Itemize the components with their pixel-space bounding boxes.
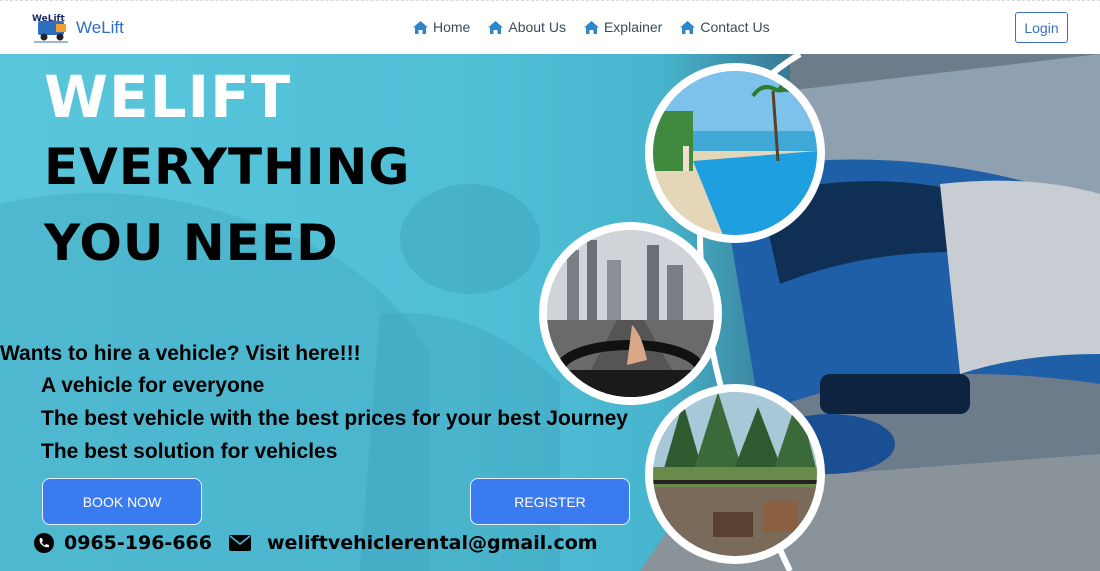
- brand-name: WeLift: [76, 18, 124, 37]
- phone-icon: [34, 533, 54, 553]
- bullet-2: The best vehicle with the best prices fo…: [41, 407, 628, 430]
- headline-welift: WELIFT: [44, 63, 292, 131]
- nav-explainer[interactable]: Explainer: [583, 19, 662, 35]
- house-icon: [583, 20, 599, 34]
- tagline: Wants to hire a vehicle? Visit here!!!: [0, 342, 361, 365]
- house-icon: [413, 20, 428, 34]
- headline-you-need: YOU NEED: [44, 214, 339, 272]
- forest-deck-image: [653, 392, 817, 556]
- headline-everything: EVERYTHING: [44, 138, 411, 196]
- nav-contact[interactable]: Contact Us: [679, 19, 770, 35]
- register-button[interactable]: REGISTER: [470, 478, 630, 525]
- house-icon: [488, 20, 504, 34]
- city-driving-image: [547, 230, 714, 397]
- house-icon: [680, 20, 696, 34]
- contact-email[interactable]: weliftvehiclerental@gmail.com: [229, 532, 598, 554]
- nav-about[interactable]: About Us: [487, 19, 566, 35]
- nav-explainer-label: Explainer: [603, 19, 663, 35]
- photo-city-driving: [539, 222, 722, 405]
- hero-banner: WELIFT EVERYTHING YOU NEED Wants to hire…: [0, 54, 1100, 571]
- nav-contact-label: Contact Us: [700, 19, 770, 35]
- nav-about-label: About Us: [508, 19, 566, 35]
- book-now-button[interactable]: BOOK NOW: [42, 478, 202, 525]
- brand[interactable]: WeLift WeLift: [30, 11, 124, 45]
- contact-phone[interactable]: 0965-196-666: [34, 532, 212, 554]
- bullet-3: The best solution for vehicles: [41, 440, 338, 463]
- email-address: weliftvehiclerental@gmail.com: [267, 532, 598, 554]
- phone-number: 0965-196-666: [64, 532, 212, 554]
- welift-logo-icon: WeLift: [32, 14, 68, 43]
- logo-text: WeLift: [32, 14, 65, 24]
- top-navbar: WeLift WeLift Home About Us Explainer Co…: [0, 0, 1100, 54]
- bullet-1: A vehicle for everyone: [41, 374, 265, 397]
- photo-forest-deck: [645, 384, 825, 564]
- beach-pool-image: [653, 71, 817, 235]
- nav-links: Home About Us Explainer Contact Us: [412, 19, 787, 35]
- login-button[interactable]: Login: [1015, 12, 1068, 43]
- nav-home[interactable]: Home: [412, 19, 470, 35]
- photo-beach-pool: [645, 63, 825, 243]
- mail-icon: [229, 535, 251, 551]
- nav-home-label: Home: [433, 19, 471, 35]
